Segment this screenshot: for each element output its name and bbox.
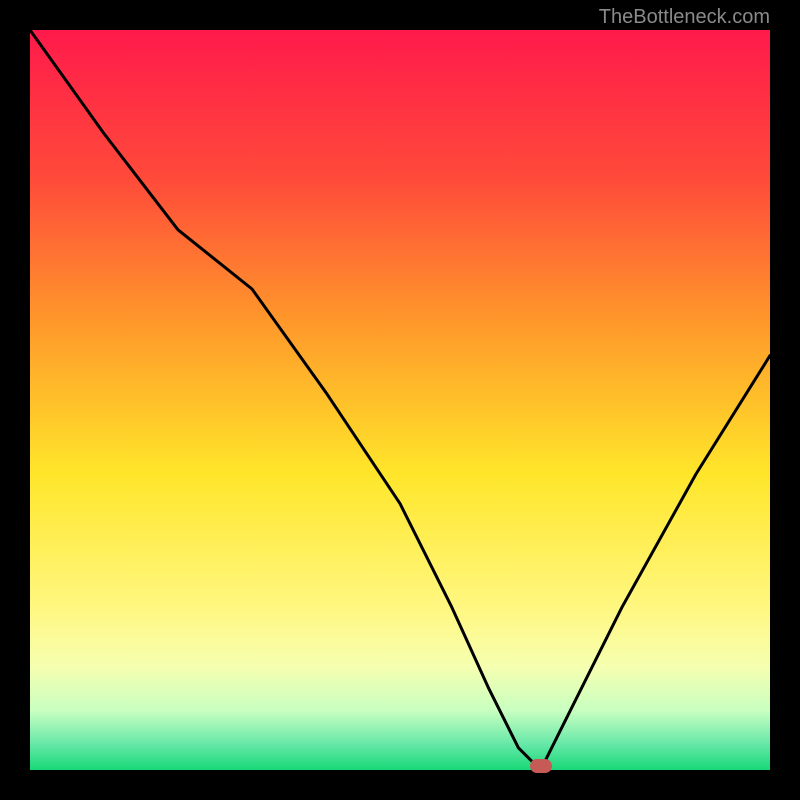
bottleneck-curve — [30, 30, 770, 770]
chart-frame: TheBottleneck.com — [0, 0, 800, 800]
plot-area — [30, 30, 770, 770]
optimal-marker — [530, 759, 552, 773]
watermark-label: TheBottleneck.com — [599, 6, 770, 29]
